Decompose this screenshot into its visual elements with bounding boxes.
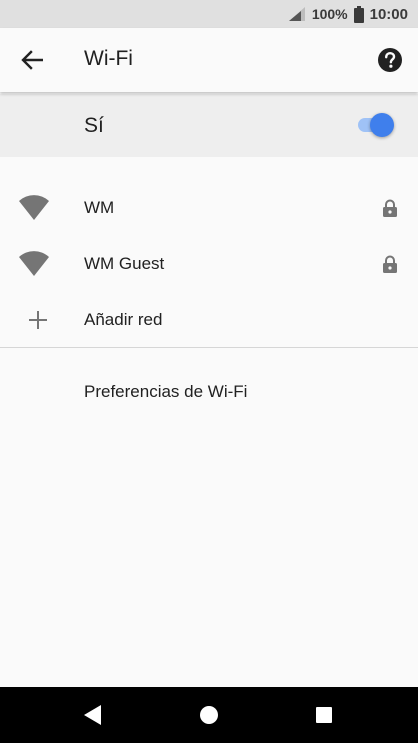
toggle-thumb [370, 113, 394, 137]
add-network-item[interactable]: Añadir red [0, 292, 418, 348]
wifi-toggle-switch[interactable] [356, 112, 396, 138]
arrow-back-icon [21, 50, 43, 70]
nav-home-button[interactable] [195, 701, 223, 729]
app-bar: Wi-Fi [0, 28, 418, 92]
system-navigation-bar [0, 687, 418, 743]
triangle-back-icon [84, 705, 101, 725]
wifi-switch-label: Sí [84, 114, 104, 137]
network-ssid: WM Guest [84, 254, 165, 273]
battery-percent: 100% [311, 6, 348, 22]
square-recents-icon [316, 707, 332, 723]
network-item-wm[interactable]: WM [0, 180, 418, 236]
cell-signal-icon [288, 7, 305, 21]
page-title: Wi-Fi [84, 47, 133, 70]
section-divider [0, 347, 418, 348]
help-button[interactable] [376, 46, 404, 74]
lock-icon [383, 199, 397, 217]
lock-icon [383, 255, 397, 273]
clock: 10:00 [369, 5, 408, 23]
nav-back-button[interactable] [80, 701, 108, 729]
wifi-signal-icon [19, 251, 49, 276]
status-icons: 100% 10:00 [288, 0, 408, 28]
back-button[interactable] [14, 42, 50, 78]
battery-icon [353, 5, 364, 23]
plus-icon [29, 311, 47, 329]
status-bar: 100% 10:00 [0, 0, 418, 28]
network-ssid: WM [84, 198, 115, 217]
nav-recents-button[interactable] [310, 701, 338, 729]
add-network-label: Añadir red [84, 310, 163, 329]
wifi-master-switch-bar[interactable]: Sí [0, 94, 418, 157]
circle-home-icon [200, 706, 218, 724]
network-item-wm-guest[interactable]: WM Guest [0, 236, 418, 292]
wifi-signal-icon [19, 195, 49, 220]
wifi-preferences-label: Preferencias de Wi-Fi [84, 382, 248, 401]
wifi-preferences-item[interactable]: Preferencias de Wi-Fi [0, 364, 418, 420]
help-icon [378, 48, 402, 72]
